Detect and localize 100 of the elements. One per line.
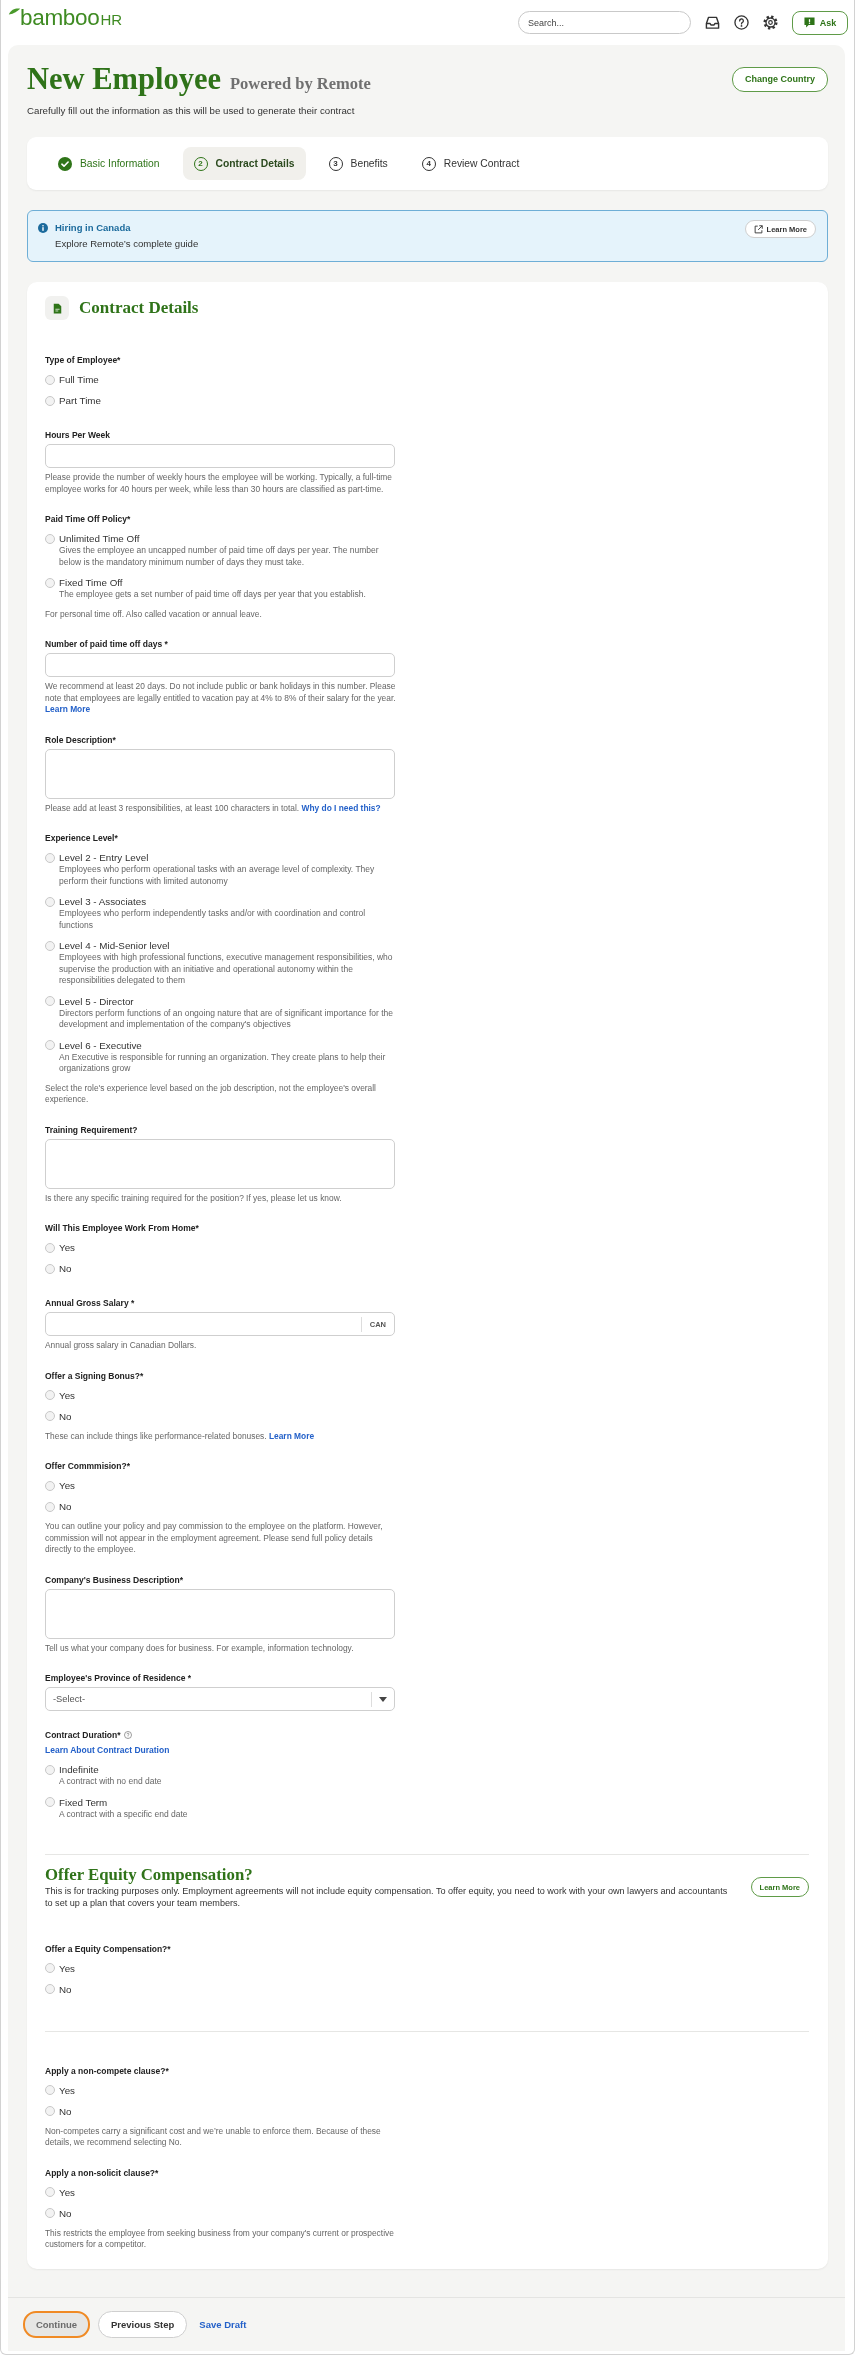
help-text: We recommend at least 20 days. Do not include public or bank holidays in this number. Please note that employees are legally entitled to vacation pay at 4% to 8% of their salary for the year. Learn More: [45, 681, 397, 716]
radio-button[interactable]: [45, 940, 55, 951]
radio-button[interactable]: [45, 1764, 55, 1775]
option-label[interactable]: No: [59, 2104, 72, 2118]
radio-button[interactable]: [45, 1984, 55, 1995]
option-label[interactable]: Yes: [59, 1388, 75, 1402]
section-description: This is for tracking purposes only. Employment agreements will not include equity compensation. To offer equity, you need to work with your own lawyers and accountants to set up a plan that covers your team members.: [45, 1885, 729, 1910]
radio-button[interactable]: [45, 1242, 55, 1253]
option-label[interactable]: Yes: [59, 2083, 75, 2097]
ask-button[interactable]: Ask: [792, 10, 848, 35]
radio-button[interactable]: [45, 2085, 55, 2096]
option-label[interactable]: Level 6 - Executive: [59, 1038, 142, 1052]
step-tab[interactable]: 4 Review Contract: [410, 147, 531, 180]
inbox-icon[interactable]: [705, 15, 720, 30]
option-label[interactable]: Yes: [59, 1961, 75, 1975]
text-area[interactable]: [45, 748, 395, 799]
radio-button[interactable]: [45, 852, 55, 863]
radio-button[interactable]: [45, 374, 55, 385]
option-label[interactable]: Fixed Time Off: [59, 576, 123, 589]
field-label: Apply a non-compete clause?*: [45, 2064, 169, 2077]
previous-step-button[interactable]: Previous Step: [98, 2310, 188, 2338]
info-icon: [38, 222, 48, 233]
radio-button[interactable]: [45, 395, 55, 406]
radio-button[interactable]: [45, 1040, 55, 1050]
document-icon: [45, 296, 69, 320]
field-label: Apply a non-solicit clause?*: [45, 2166, 159, 2179]
dropdown-field[interactable]: -Select-: [45, 1687, 395, 1711]
banner-text: Explore Remote’s complete guide: [55, 237, 199, 250]
radio-button[interactable]: [45, 1480, 55, 1491]
page-subtitle: Powered by Remote: [230, 74, 371, 94]
option-label[interactable]: Fixed Term: [59, 1795, 108, 1809]
help-text: Is there any specific training required for the position? If yes, please let us know.: [45, 1192, 343, 1204]
help-text: Tell us what your company does for business. For example, information technology.: [45, 1642, 355, 1654]
radio-button[interactable]: [45, 1963, 55, 1974]
step-tab[interactable]: 3 Benefits: [317, 147, 399, 180]
text-area[interactable]: [45, 1588, 395, 1639]
option-label[interactable]: Indefinite: [59, 1763, 99, 1776]
option-label[interactable]: Level 3 - Associates: [59, 895, 147, 908]
option-description: Employees with high professional functions, executive management responsibilities, who supervise the production with an initiative and operational autonomy within the responsibilities delegated to them: [59, 952, 394, 987]
help-text: For personal time off. Also called vacation or annual leave.: [45, 608, 263, 620]
save-draft-link[interactable]: Save Draft: [197, 2318, 249, 2330]
radio-button[interactable]: [45, 996, 55, 1006]
field-label: Offer a Signing Bonus?*: [45, 1369, 144, 1382]
help-icon[interactable]: [734, 15, 749, 30]
text-input[interactable]: [45, 444, 395, 468]
text-input[interactable]: [45, 653, 395, 677]
option-label[interactable]: Yes: [59, 1479, 75, 1492]
option-label[interactable]: Yes: [59, 2185, 75, 2199]
section-title: Contract Details: [79, 297, 199, 319]
step-tab[interactable]: 2 Contract Details: [182, 147, 306, 180]
option-label[interactable]: Yes: [59, 1241, 75, 1254]
option-label[interactable]: Part Time: [59, 394, 101, 407]
option-label[interactable]: No: [59, 1982, 72, 1996]
settings-icon[interactable]: [763, 15, 778, 30]
option-label[interactable]: Level 4 - Mid-Senior level: [59, 939, 170, 952]
step-tab[interactable]: Basic Information: [47, 147, 171, 180]
field-label: Annual Gross Salary *: [45, 1297, 135, 1309]
option-label[interactable]: No: [59, 1500, 72, 1513]
option-description: The employee gets a set number of paid time off days per year that you establish.: [59, 589, 367, 601]
radio-button[interactable]: [45, 1390, 55, 1400]
change-country-button[interactable]: Change Country: [732, 66, 828, 92]
option-label[interactable]: Unlimited Time Off: [59, 532, 140, 545]
help-link[interactable]: Learn More: [268, 1430, 315, 1441]
field-label: Company's Business Description*: [45, 1573, 184, 1586]
radio-button[interactable]: [45, 2106, 55, 2117]
field-label: Type of Employee*: [45, 354, 121, 366]
option-label[interactable]: No: [59, 2206, 72, 2220]
help-text: Annual gross salary in Canadian Dollars.: [45, 1340, 198, 1352]
info-link[interactable]: Learn About Contract Duration: [45, 1744, 170, 1756]
option-label[interactable]: Level 2 - Entry Level: [59, 851, 149, 864]
radio-button[interactable]: [45, 1797, 55, 1807]
field-label: Experience Level*: [45, 832, 118, 844]
radio-button[interactable]: [45, 2208, 55, 2219]
option-label[interactable]: No: [59, 1409, 72, 1423]
radio-button[interactable]: [45, 533, 55, 544]
help-text: You can outline your policy and pay commission to the employee on the platform. However, commission will not appear in the employment agreement. Please send full policy details directly to the employee.: [45, 1521, 384, 1556]
help-link[interactable]: Why do I need this?: [301, 802, 381, 813]
external-link-icon: [753, 224, 763, 234]
option-label[interactable]: Level 5 - Director: [59, 994, 134, 1008]
field-label: Paid Time Off Policy*: [45, 513, 131, 525]
radio-button[interactable]: [45, 896, 55, 907]
radio-button[interactable]: [45, 1263, 55, 1274]
option-label[interactable]: Full Time: [59, 373, 99, 386]
radio-button[interactable]: [45, 2187, 55, 2198]
radio-button[interactable]: [45, 1411, 55, 1421]
option-label[interactable]: No: [59, 1262, 72, 1275]
caret-icon: [379, 1696, 387, 1702]
help-link[interactable]: Learn More: [45, 704, 91, 714]
option-description: A contract with no end date: [59, 1776, 163, 1788]
radio-button[interactable]: [45, 1501, 55, 1512]
radio-button[interactable]: [45, 577, 55, 588]
page-title: New Employee: [27, 61, 221, 97]
field-label: Employee's Province of Residence *: [45, 1672, 192, 1684]
chat-icon: [803, 17, 815, 28]
help-text: Please add at least 3 responsibilities, at least 100 characters in total. Why do I need this?: [45, 802, 382, 814]
field-label: Will This Employee Work From Home*: [45, 1222, 199, 1234]
option-description: Employees who perform independently tasks and/or with coordination and control functions: [59, 908, 367, 931]
text-area[interactable]: [45, 1138, 395, 1189]
field-label: Hours Per Week: [45, 429, 111, 441]
search-field[interactable]: Search...: [518, 11, 691, 34]
